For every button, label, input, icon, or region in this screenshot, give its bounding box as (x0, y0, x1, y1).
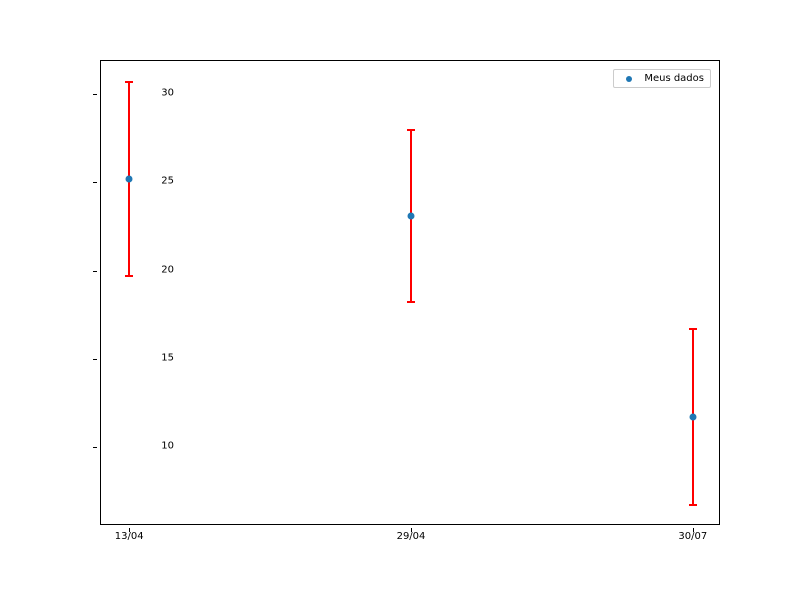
errorbar-cap (689, 504, 697, 506)
errorbar-cap (125, 275, 133, 277)
xtick-label: 30/07 (678, 531, 707, 542)
errorbar-cap (125, 81, 133, 83)
ytick-label: 30 (161, 88, 174, 99)
errorbar-cap (407, 301, 415, 303)
data-point (408, 212, 415, 219)
xtick-label: 13/04 (115, 531, 144, 542)
axes: Meus dados 13/04 29/04 30/07 (100, 60, 720, 525)
errorbar-cap (689, 328, 697, 330)
data-point (689, 413, 696, 420)
data-point (126, 175, 133, 182)
ytick-label: 25 (161, 176, 174, 187)
figure: Meus dados 13/04 29/04 30/07 10 15 20 25… (0, 0, 800, 600)
ytick-mark (93, 271, 97, 272)
ytick-mark (93, 94, 97, 95)
ytick-mark (93, 359, 97, 360)
errorbar-cap (407, 129, 415, 131)
ytick-label: 15 (161, 352, 174, 363)
ytick-mark (93, 447, 97, 448)
ytick-mark (93, 182, 97, 183)
xtick-label: 29/04 (397, 531, 426, 542)
legend-label: Meus dados (644, 73, 704, 84)
ytick-label: 20 (161, 264, 174, 275)
ytick-label: 10 (161, 440, 174, 451)
legend-marker-icon (620, 74, 638, 84)
legend: Meus dados (613, 69, 711, 88)
